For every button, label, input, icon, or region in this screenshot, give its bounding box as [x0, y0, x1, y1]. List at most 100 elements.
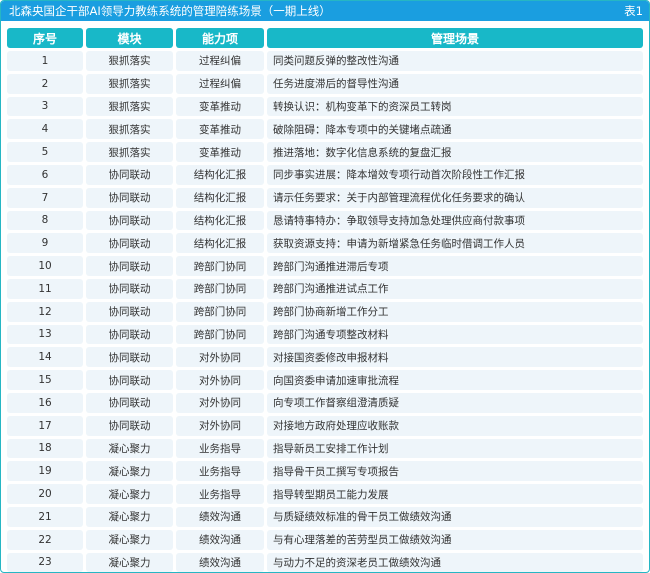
cell-scenario: 与质疑绩效标准的骨干员工做绩效沟通: [267, 506, 643, 527]
table-row: 3 狠抓落实 变革推动 转换认识：机构变革下的资深员工转岗: [7, 96, 643, 117]
cell-module: 凝心聚力: [86, 529, 173, 550]
cell-capability: 结构化汇报: [176, 187, 264, 208]
header-capability: 能力项: [176, 28, 264, 48]
cell-scenario: 向专项工作督察组澄清质疑: [267, 392, 643, 413]
table-row: 22 凝心聚力 绩效沟通 与有心理落差的苦劳型员工做绩效沟通: [7, 529, 643, 550]
cell-module: 狠抓落实: [86, 96, 173, 117]
cell-capability: 对外协同: [176, 415, 264, 436]
table-label: 表1: [624, 4, 643, 18]
cell-scenario: 跨部门协商新增工作分工: [267, 301, 643, 322]
table-row: 21 凝心聚力 绩效沟通 与质疑绩效标准的骨干员工做绩效沟通: [7, 506, 643, 527]
cell-index: 12: [7, 301, 83, 322]
table-wrapper: 序号 模块 能力项 管理场景 1 狠抓落实 过程纠偏 同类问题反弹的整改性沟通 2 狠抓落…: [1, 21, 649, 572]
cell-capability: 对外协同: [176, 392, 264, 413]
cell-scenario: 请示任务要求：关于内部管理流程优化任务要求的确认: [267, 187, 643, 208]
cell-module: 狠抓落实: [86, 73, 173, 94]
table-row: 6 协同联动 结构化汇报 同步事实进展：降本增效专项行动首次阶段性工作汇报: [7, 164, 643, 185]
cell-module: 凝心聚力: [86, 552, 173, 572]
cell-module: 协同联动: [86, 415, 173, 436]
cell-capability: 业务指导: [176, 461, 264, 482]
cell-index: 13: [7, 324, 83, 345]
header-scenario: 管理场景: [267, 28, 643, 48]
table-row: 16 协同联动 对外协同 向专项工作督察组澄清质疑: [7, 392, 643, 413]
cell-scenario: 指导转型期员工能力发展: [267, 484, 643, 504]
cell-index: 14: [7, 347, 83, 368]
cell-index: 11: [7, 278, 83, 299]
cell-module: 协同联动: [86, 370, 173, 390]
table-row: 8 协同联动 结构化汇报 恳请特事特办：争取领导支持加急处理供应商付款事项: [7, 210, 643, 231]
cell-module: 凝心聚力: [86, 461, 173, 482]
table-row: 9 协同联动 结构化汇报 获取资源支持：申请为新增紧急任务临时借调工作人员: [7, 233, 643, 254]
cell-scenario: 获取资源支持：申请为新增紧急任务临时借调工作人员: [267, 233, 643, 254]
table-row: 14 协同联动 对外协同 对接国资委修改申报材料: [7, 347, 643, 368]
cell-scenario: 与动力不足的资深老员工做绩效沟通: [267, 552, 643, 572]
cell-scenario: 对接地方政府处理应收账款: [267, 415, 643, 436]
cell-capability: 对外协同: [176, 347, 264, 368]
cell-module: 狠抓落实: [86, 119, 173, 140]
table-row: 19 凝心聚力 业务指导 指导骨干员工撰写专项报告: [7, 461, 643, 482]
cell-module: 凝心聚力: [86, 484, 173, 504]
cell-index: 8: [7, 210, 83, 231]
table-row: 17 协同联动 对外协同 对接地方政府处理应收账款: [7, 415, 643, 436]
header-index: 序号: [7, 28, 83, 48]
cell-module: 协同联动: [86, 256, 173, 276]
cell-scenario: 对接国资委修改申报材料: [267, 347, 643, 368]
cell-index: 21: [7, 506, 83, 527]
cell-module: 狠抓落实: [86, 51, 173, 71]
table-row: 5 狠抓落实 变革推动 推进落地：数字化信息系统的复盘汇报: [7, 142, 643, 162]
cell-index: 9: [7, 233, 83, 254]
cell-capability: 过程纠偏: [176, 73, 264, 94]
cell-index: 3: [7, 96, 83, 117]
scenario-table: 序号 模块 能力项 管理场景 1 狠抓落实 过程纠偏 同类问题反弹的整改性沟通 2 狠抓落…: [4, 25, 646, 572]
table-card: 北森央国企干部AI领导力教练系统的管理陪练场景（一期上线） 表1 序号 模块 能…: [0, 0, 650, 573]
cell-capability: 绩效沟通: [176, 506, 264, 527]
table-row: 4 狠抓落实 变革推动 破除阻碍：降本专项中的关键堵点疏通: [7, 119, 643, 140]
cell-index: 10: [7, 256, 83, 276]
table-body: 1 狠抓落实 过程纠偏 同类问题反弹的整改性沟通 2 狠抓落实 过程纠偏 任务进度滞后的督导性…: [7, 51, 643, 572]
table-row: 18 凝心聚力 业务指导 指导新员工安排工作计划: [7, 438, 643, 459]
cell-capability: 绩效沟通: [176, 529, 264, 550]
header-row: 序号 模块 能力项 管理场景: [7, 28, 643, 48]
cell-index: 23: [7, 552, 83, 572]
header-module: 模块: [86, 28, 173, 48]
cell-scenario: 推进落地：数字化信息系统的复盘汇报: [267, 142, 643, 162]
cell-scenario: 指导骨干员工撰写专项报告: [267, 461, 643, 482]
cell-module: 协同联动: [86, 210, 173, 231]
cell-scenario: 同步事实进展：降本增效专项行动首次阶段性工作汇报: [267, 164, 643, 185]
cell-scenario: 跨部门沟通专项整改材料: [267, 324, 643, 345]
cell-capability: 过程纠偏: [176, 51, 264, 71]
table-row: 7 协同联动 结构化汇报 请示任务要求：关于内部管理流程优化任务要求的确认: [7, 187, 643, 208]
cell-index: 7: [7, 187, 83, 208]
cell-capability: 变革推动: [176, 96, 264, 117]
cell-capability: 变革推动: [176, 142, 264, 162]
cell-module: 协同联动: [86, 187, 173, 208]
table-row: 2 狠抓落实 过程纠偏 任务进度滞后的督导性沟通: [7, 73, 643, 94]
cell-capability: 结构化汇报: [176, 164, 264, 185]
cell-index: 18: [7, 438, 83, 459]
cell-scenario: 与有心理落差的苦劳型员工做绩效沟通: [267, 529, 643, 550]
table-row: 20 凝心聚力 业务指导 指导转型期员工能力发展: [7, 484, 643, 504]
table-row: 1 狠抓落实 过程纠偏 同类问题反弹的整改性沟通: [7, 51, 643, 71]
cell-scenario: 恳请特事特办：争取领导支持加急处理供应商付款事项: [267, 210, 643, 231]
cell-scenario: 跨部门沟通推进滞后专项: [267, 256, 643, 276]
cell-index: 16: [7, 392, 83, 413]
cell-scenario: 向国资委申请加速审批流程: [267, 370, 643, 390]
table-row: 11 协同联动 跨部门协同 跨部门沟通推进试点工作: [7, 278, 643, 299]
cell-capability: 业务指导: [176, 484, 264, 504]
cell-module: 协同联动: [86, 347, 173, 368]
cell-scenario: 指导新员工安排工作计划: [267, 438, 643, 459]
cell-module: 凝心聚力: [86, 506, 173, 527]
table-row: 13 协同联动 跨部门协同 跨部门沟通专项整改材料: [7, 324, 643, 345]
cell-index: 17: [7, 415, 83, 436]
cell-capability: 业务指导: [176, 438, 264, 459]
cell-capability: 绩效沟通: [176, 552, 264, 572]
cell-index: 2: [7, 73, 83, 94]
cell-capability: 跨部门协同: [176, 256, 264, 276]
cell-capability: 结构化汇报: [176, 210, 264, 231]
cell-scenario: 同类问题反弹的整改性沟通: [267, 51, 643, 71]
cell-module: 协同联动: [86, 278, 173, 299]
cell-index: 19: [7, 461, 83, 482]
cell-index: 15: [7, 370, 83, 390]
cell-scenario: 跨部门沟通推进试点工作: [267, 278, 643, 299]
cell-module: 协同联动: [86, 324, 173, 345]
